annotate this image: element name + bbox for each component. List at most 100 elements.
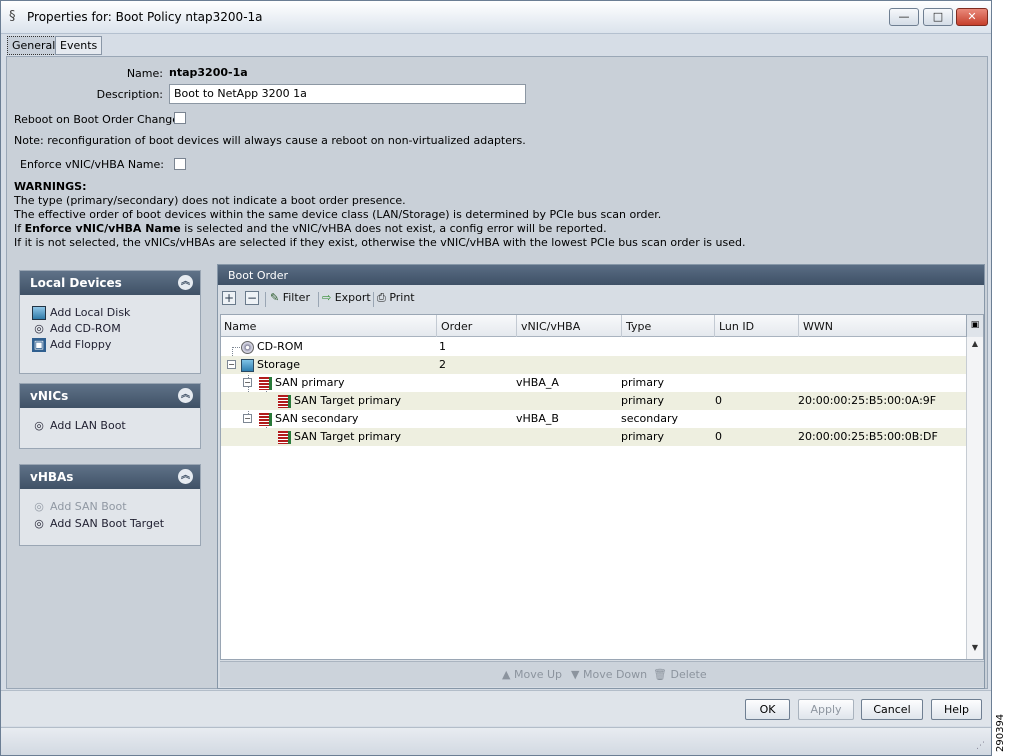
scroll-up-icon[interactable]: ▲ [967, 339, 983, 353]
row-name: Storage [257, 358, 301, 371]
add-san-boot-target[interactable]: ◎ Add SAN Boot Target [32, 517, 164, 533]
col-wwn[interactable]: WWN [803, 320, 833, 333]
minimize-button[interactable]: — [889, 8, 919, 26]
name-label: Name: [126, 67, 163, 80]
vnics-header[interactable]: vNICs ︽ [20, 384, 200, 408]
local-disk-icon [32, 306, 46, 320]
row-order: 1 [439, 340, 446, 353]
add-lan-boot[interactable]: ◎ Add LAN Boot [32, 419, 126, 435]
table-row[interactable]: SAN Target primary primary 0 20:00:00:25… [221, 428, 966, 446]
close-button[interactable]: ✕ [956, 8, 988, 26]
table-row[interactable]: SAN Target primary primary 0 20:00:00:25… [221, 392, 966, 410]
col-name[interactable]: Name [224, 320, 256, 333]
table-row[interactable]: − Storage 2 [221, 356, 966, 374]
san-boot-icon: ◎ [34, 500, 44, 513]
row-vnic: vHBA_A [516, 376, 559, 389]
warning-line-1: The type (primary/secondary) does not in… [14, 194, 406, 207]
boot-order-actions: ▲ Move Up ▼ Move Down 🗑 Delete [220, 661, 984, 687]
resize-grip-icon[interactable]: ⋰ [976, 741, 985, 751]
col-type[interactable]: Type [626, 320, 651, 333]
toolbar-separator [318, 292, 319, 307]
print-label: Print [389, 291, 415, 304]
collapse-tree-icon[interactable]: − [243, 378, 252, 387]
local-devices-title: Local Devices [30, 276, 122, 290]
status-bar: ⋰ [1, 727, 991, 755]
scroll-down-icon[interactable]: ▼ [967, 643, 983, 657]
add-cd-rom[interactable]: ◎ Add CD-ROM [32, 322, 121, 338]
add-button[interactable]: + [222, 291, 236, 308]
add-local-disk-label: Add Local Disk [50, 306, 131, 319]
collapse-icon[interactable]: ︽ [178, 275, 193, 290]
add-san-boot[interactable]: ◎ Add SAN Boot [32, 500, 126, 516]
description-field[interactable]: Boot to NetApp 3200 1a [169, 84, 526, 104]
table-row[interactable]: − SAN secondary vHBA_B secondary [221, 410, 966, 428]
ok-button[interactable]: OK [745, 699, 790, 720]
column-divider [798, 315, 799, 337]
enforce-checkbox[interactable] [174, 158, 186, 170]
column-chooser-button[interactable]: ▣ [966, 315, 983, 337]
collapse-tree-icon[interactable]: − [243, 414, 252, 423]
maximize-button[interactable]: □ [923, 8, 953, 26]
row-wwn: 20:00:00:25:B5:00:0B:DF [798, 430, 938, 443]
help-button[interactable]: Help [931, 699, 982, 720]
filter-button[interactable]: ✎ Filter [270, 291, 310, 308]
export-button[interactable]: ⇨ Export [322, 291, 371, 308]
add-floppy[interactable]: ▣ Add Floppy [32, 338, 111, 354]
row-type: primary [621, 376, 665, 389]
col-lun-id[interactable]: Lun ID [719, 320, 754, 333]
apply-button[interactable]: Apply [798, 699, 854, 720]
vertical-scrollbar[interactable]: ▲ ▼ [966, 337, 983, 659]
cancel-button[interactable]: Cancel [861, 699, 923, 720]
col-order[interactable]: Order [441, 320, 472, 333]
vhbas-title: vHBAs [30, 470, 74, 484]
name-value: ntap3200-1a [169, 66, 248, 79]
delete-button[interactable]: 🗑 Delete [653, 668, 707, 681]
tab-events[interactable]: Events [55, 36, 103, 55]
table-row[interactable]: CD-ROM 1 [221, 338, 966, 356]
properties-window: § Properties for: Boot Policy ntap3200-1… [0, 0, 992, 756]
reboot-checkbox[interactable] [174, 112, 186, 124]
warning-line-3-prefix: If [14, 222, 25, 235]
print-button[interactable]: ⎙ Print [377, 291, 415, 308]
filter-icon: ✎ [270, 291, 280, 304]
local-devices-header[interactable]: Local Devices ︽ [20, 271, 200, 295]
collapse-icon[interactable]: ︽ [178, 388, 193, 403]
col-vnic-vhba[interactable]: vNIC/vHBA [521, 320, 580, 333]
plus-icon: + [222, 291, 236, 305]
boot-order-title: Boot Order [218, 265, 984, 285]
collapse-tree-icon[interactable]: − [227, 360, 236, 369]
row-name-cell: Storage [241, 358, 300, 372]
vhbas-header[interactable]: vHBAs ︽ [20, 465, 200, 489]
san-target-icon [278, 430, 291, 444]
floppy-icon: ▣ [32, 338, 46, 352]
column-divider [436, 315, 437, 337]
warning-line-3-bold: Enforce vNIC/vHBA Name [24, 222, 181, 235]
storage-icon [241, 358, 254, 372]
warning-line-4: If it is not selected, the vNICs/vHBAs a… [14, 236, 746, 249]
column-divider [621, 315, 622, 337]
minus-icon: − [245, 291, 259, 305]
row-name-cell: SAN Target primary [278, 394, 401, 408]
dialog-footer: OK Apply Cancel Help [1, 690, 991, 726]
move-down-button[interactable]: ▼ Move Down [571, 668, 647, 681]
move-up-label: Move Up [513, 668, 562, 681]
row-name: SAN Target primary [294, 394, 402, 407]
collapse-icon[interactable]: ︽ [178, 469, 193, 484]
general-tab-content: Name: ntap3200-1a Description: Boot to N… [6, 56, 988, 689]
reconfiguration-note: Note: reconfiguration of boot devices wi… [14, 134, 526, 147]
title-bar[interactable]: § Properties for: Boot Policy ntap3200-1… [1, 1, 991, 34]
remove-button[interactable]: − [245, 291, 259, 308]
move-up-button[interactable]: ▲ Move Up [502, 668, 562, 681]
tab-general[interactable]: General [7, 36, 61, 55]
add-local-disk[interactable]: Add Local Disk [32, 306, 130, 322]
toolbar-separator [265, 292, 266, 307]
trash-icon: 🗑 [653, 668, 667, 681]
san-boot-target-icon: ◎ [34, 517, 44, 530]
table-row[interactable]: − SAN primary vHBA_A primary [221, 374, 966, 392]
row-type: secondary [621, 412, 679, 425]
row-name: SAN primary [275, 376, 345, 389]
row-type: primary [621, 394, 665, 407]
row-vnic: vHBA_B [516, 412, 559, 425]
move-down-icon: ▼ [571, 668, 580, 681]
row-name: CD-ROM [257, 340, 303, 353]
